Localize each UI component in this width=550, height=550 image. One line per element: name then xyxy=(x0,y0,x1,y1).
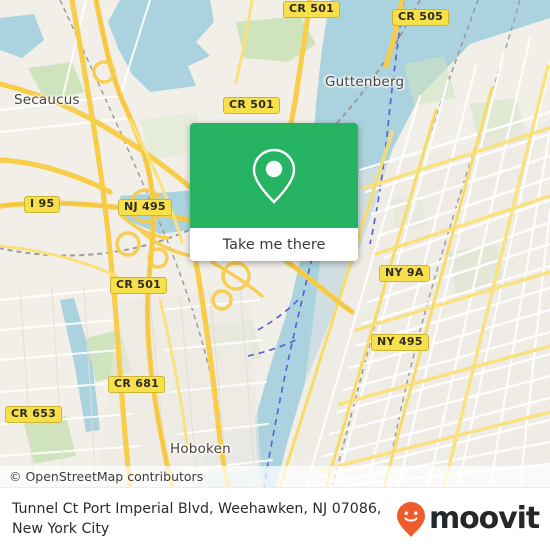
moovit-map-screenshot: Secaucus Guttenberg Hoboken CR 501 CR 50… xyxy=(0,0,550,550)
place-label-guttenberg: Guttenberg xyxy=(325,74,405,90)
bottom-info-bar: Tunnel Ct Port Imperial Blvd, Weehawken,… xyxy=(0,487,550,550)
osm-attribution-text: © OpenStreetMap contributors xyxy=(9,469,204,484)
shield-cr-653[interactable]: CR 653 xyxy=(5,406,63,423)
card-header xyxy=(190,123,358,228)
shield-ny-9a[interactable]: NY 9A xyxy=(379,265,430,282)
shield-cr-501-top[interactable]: CR 501 xyxy=(283,1,341,18)
shield-nj-495[interactable]: NJ 495 xyxy=(118,199,172,216)
osm-attribution-bar: © OpenStreetMap contributors xyxy=(0,466,550,487)
shield-i-95[interactable]: I 95 xyxy=(24,196,61,213)
moovit-logo[interactable]: moovit xyxy=(396,501,550,538)
place-label-secaucus: Secaucus xyxy=(14,92,80,108)
moovit-wordmark: moovit xyxy=(428,501,540,536)
shield-ny-495[interactable]: NY 495 xyxy=(371,334,429,351)
moovit-pin-smiley-icon xyxy=(396,501,425,537)
address-line-2: New York City xyxy=(12,521,110,537)
shield-cr-681[interactable]: CR 681 xyxy=(108,376,166,393)
take-me-there-label: Take me there xyxy=(222,236,326,253)
map-pin-icon xyxy=(252,148,296,204)
take-me-there-button[interactable]: Take me there xyxy=(190,228,358,261)
shield-cr-505[interactable]: CR 505 xyxy=(392,9,450,26)
shield-cr-501-upper[interactable]: CR 501 xyxy=(223,97,281,114)
address-block: Tunnel Ct Port Imperial Blvd, Weehawken,… xyxy=(0,499,396,539)
address-line-1: Tunnel Ct Port Imperial Blvd, Weehawken,… xyxy=(12,501,382,517)
location-card[interactable]: Take me there xyxy=(190,123,358,261)
place-label-hoboken: Hoboken xyxy=(170,441,231,457)
shield-cr-501-mid[interactable]: CR 501 xyxy=(110,277,168,294)
